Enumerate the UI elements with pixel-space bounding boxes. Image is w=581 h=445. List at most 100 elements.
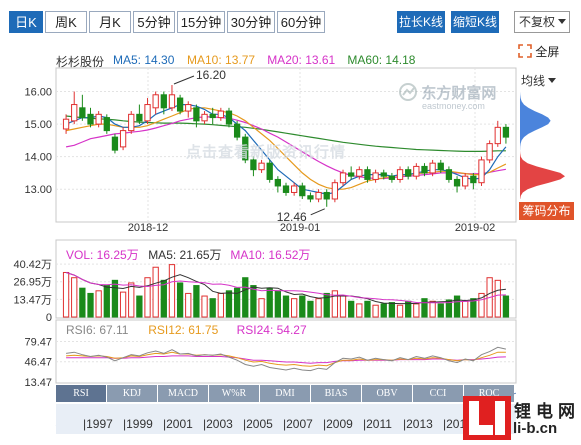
candle xyxy=(217,107,224,121)
eastmoney-domain: eastmoney.com xyxy=(422,101,485,111)
volume-bar xyxy=(193,285,200,318)
volume-bar xyxy=(356,303,363,318)
candle xyxy=(111,133,119,154)
rsi-legend-item-1: RSI12: 61.75 xyxy=(148,323,219,337)
candle xyxy=(445,166,453,183)
candle-body xyxy=(405,169,412,177)
site-logo-url: li-b.cn xyxy=(513,420,558,437)
candle xyxy=(478,156,485,186)
candle-body xyxy=(372,172,379,180)
candle xyxy=(103,114,110,134)
indicator-tab-dmi[interactable]: DMI xyxy=(260,385,310,402)
site-logo-name: 锂电网 xyxy=(514,402,580,421)
candle-body xyxy=(470,175,477,184)
candle-body xyxy=(217,110,224,119)
timeline-year-2001[interactable]: |2001 xyxy=(163,417,193,431)
timeline-year-2009[interactable]: |2009 xyxy=(323,417,353,431)
candle-body xyxy=(453,178,461,187)
eastmoney-logo-icon xyxy=(399,83,417,101)
price-y-tick-2: 14.00 xyxy=(24,152,52,164)
timeline-year-2011[interactable]: |2011 xyxy=(363,417,392,431)
candle xyxy=(168,85,176,112)
rsi-legend-item-0: RSI6: 67.11 xyxy=(66,323,129,337)
candle xyxy=(396,166,404,183)
indicator-tab-cci[interactable]: CCI xyxy=(413,385,463,402)
candle xyxy=(71,91,78,125)
candle-body xyxy=(111,136,119,151)
volume-bar xyxy=(201,295,208,318)
volume-bar xyxy=(258,298,265,318)
candle xyxy=(453,176,461,193)
price-y-tick-1: 15.00 xyxy=(24,119,52,131)
timeline-year-1997[interactable]: |1997 xyxy=(83,417,113,431)
candle xyxy=(331,179,339,203)
candle-body xyxy=(364,169,371,180)
indicator-tab-obv[interactable]: OBV xyxy=(362,385,412,402)
volume-bar xyxy=(282,295,290,318)
candle-body xyxy=(95,113,102,125)
volume-bar xyxy=(95,290,102,318)
candle-body xyxy=(209,113,216,119)
volume-bar xyxy=(250,285,257,318)
volume-bar xyxy=(502,295,510,318)
candle-body xyxy=(339,172,347,184)
candle-body xyxy=(160,94,167,109)
candle-body xyxy=(315,191,322,200)
volume-y-tick-1: 26.95万 xyxy=(13,277,52,289)
candle-body xyxy=(494,126,501,145)
price-x-tick-1: 2019-01 xyxy=(280,222,320,234)
candle-body xyxy=(307,195,314,200)
timeline-year-1999[interactable]: |1999 xyxy=(123,417,153,431)
candle xyxy=(348,166,355,180)
volume-bar xyxy=(87,292,94,318)
candle xyxy=(274,176,282,193)
candle-body xyxy=(193,107,200,122)
volume-bar xyxy=(315,298,322,318)
candle-body xyxy=(290,185,298,193)
candle-body xyxy=(168,94,176,109)
price-x-tick-2: 2019-02 xyxy=(455,222,495,234)
ma-toggle[interactable]: 均线 xyxy=(521,72,557,89)
candle xyxy=(494,120,501,147)
candle xyxy=(185,101,192,118)
chip-profile-profit xyxy=(520,88,551,151)
indicator-tab-rsi[interactable]: RSI xyxy=(56,385,106,402)
volume-bar xyxy=(429,300,436,318)
timeline-year-2005[interactable]: |2005 xyxy=(243,417,273,431)
candle xyxy=(413,163,420,180)
candle-body xyxy=(119,130,127,148)
low-annotation-arrow xyxy=(310,208,325,216)
candle xyxy=(502,124,510,144)
new-version-overlay[interactable]: 点击查看新版资讯行情 xyxy=(186,141,346,162)
candle xyxy=(62,114,70,134)
high-annotation-arrow xyxy=(173,75,195,85)
indicator-tab-bias[interactable]: BIAS xyxy=(311,385,361,402)
indicator-tab-macd[interactable]: MACD xyxy=(158,385,208,402)
volume-bar xyxy=(274,290,282,318)
rsi-y-tick-0: 79.47 xyxy=(24,336,52,348)
chip-profile-loss xyxy=(520,150,565,199)
candle-body xyxy=(462,175,469,187)
price-y-tick-0: 16.00 xyxy=(24,87,52,99)
candle-body xyxy=(62,118,70,130)
candle xyxy=(128,111,135,134)
main-chart-svg: 16.00 15.00 14.00 13.00 2018-12 2019-01 2019-0… xyxy=(13,67,565,427)
volume-bar xyxy=(136,295,143,318)
volume-y-tick-3: 0 xyxy=(46,312,52,324)
volume-bar xyxy=(307,300,314,318)
indicator-tab-kdj[interactable]: KDJ xyxy=(107,385,157,402)
candle xyxy=(470,172,477,190)
timeline-year-2007[interactable]: |2007 xyxy=(283,417,313,431)
chip-distribution-button[interactable]: 筹码分布 xyxy=(519,202,574,220)
low-annotation: 12.46 xyxy=(277,210,307,224)
candle xyxy=(315,189,322,203)
candle-body xyxy=(71,104,78,122)
timeline-year-2013[interactable]: |2013 xyxy=(403,417,433,431)
timeline-year-2003[interactable]: |2003 xyxy=(203,417,233,431)
volume-bar xyxy=(266,287,273,318)
volume-bar xyxy=(71,277,78,318)
volume-bar xyxy=(79,287,86,318)
candle-body xyxy=(136,113,143,122)
indicator-tab-wr[interactable]: W%R xyxy=(209,385,259,402)
volume-bar xyxy=(348,300,355,318)
